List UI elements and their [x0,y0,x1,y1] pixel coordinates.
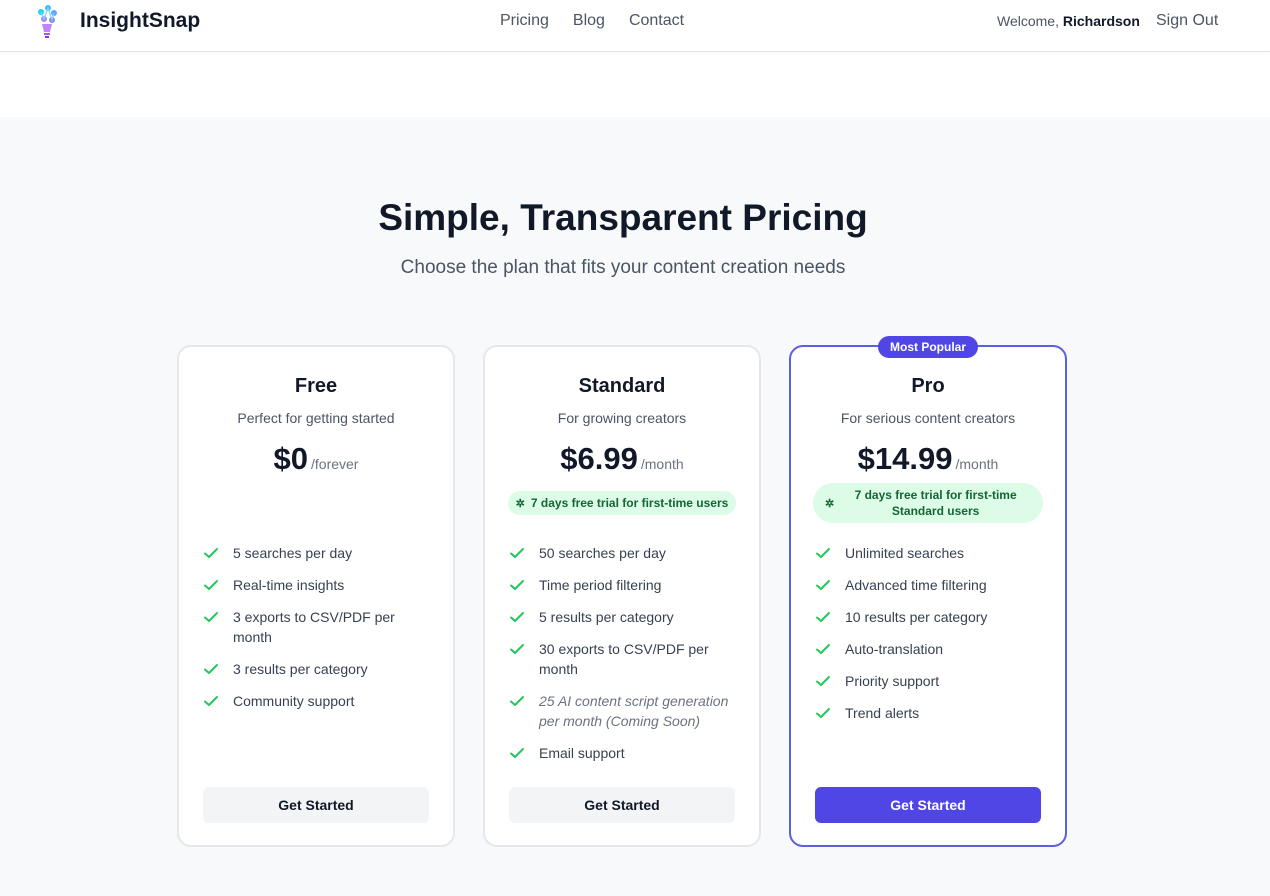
top-nav: InsightSnap Pricing Blog Contact Welcome… [0,0,1270,52]
trial-badge: ✲ 7 days free trial for first-time Stand… [813,483,1043,523]
feature-text: 5 results per category [539,609,674,625]
feature-text: Time period filtering [539,577,662,593]
page-title: Simple, Transparent Pricing [378,197,868,238]
check-icon [816,644,830,654]
check-icon [510,696,524,706]
feature-text: Auto-translation [845,641,944,657]
check-icon [816,580,830,590]
check-icon [816,676,830,686]
check-icon [204,664,218,674]
check-icon [510,644,524,654]
feature-text: Advanced time filtering [845,577,987,593]
main-menu: Pricing Blog Contact [500,12,684,30]
logo[interactable] [32,2,62,40]
check-icon [510,548,524,558]
nav-link-blog[interactable]: Blog [573,12,605,30]
nav-link-pricing[interactable]: Pricing [500,12,549,30]
welcome-prefix: Welcome, [997,13,1059,29]
plan-description: For serious content creators [840,410,1016,426]
feature-text: Priority support [845,673,940,689]
price-row: $0/forever [179,441,453,477]
feature-text: Real-time insights [233,577,345,593]
plan-description: Perfect for getting started [237,410,395,426]
check-icon [204,696,218,706]
feature-list: 50 searches per day Time period filterin… [509,543,735,775]
check-icon [204,612,218,622]
feature-text: 3 results per category [233,661,368,677]
trial-badge: ✲ 7 days free trial for first-time users [508,491,736,515]
feature-text: 25 AI content script generation per mont… [539,693,729,729]
feature-item: 30 exports to CSV/PDF per month [509,639,735,679]
check-icon [816,612,830,622]
feature-list: 5 searches per day Real-time insights 3 … [203,543,429,723]
check-icon [510,612,524,622]
feature-item: 50 searches per day [509,543,735,563]
feature-text: 10 results per category [845,609,988,625]
feature-item: Time period filtering [509,575,735,595]
feature-text: Community support [233,693,355,709]
check-icon [510,580,524,590]
plan-name: Standard [578,375,666,397]
feature-item: Advanced time filtering [815,575,1041,595]
feature-item: 5 searches per day [203,543,429,563]
feature-item: Unlimited searches [815,543,1041,563]
feature-item: Real-time insights [203,575,429,595]
plan-price: $14.99 [857,441,953,476]
pricing-section: Simple, Transparent Pricing Choose the p… [0,117,1270,896]
feature-item: 10 results per category [815,607,1041,627]
feature-item: 3 exports to CSV/PDF per month [203,607,429,647]
sign-out-button[interactable]: Sign Out [1156,12,1218,30]
get-started-pro-button[interactable]: Get Started [815,787,1041,823]
plan-card-standard: Standard For growing creators $6.99/mont… [483,345,761,847]
plan-price: $0 [273,441,308,476]
sparkle-icon: ✲ [515,497,525,510]
plan-card-free: Free Perfect for getting started $0/fore… [177,345,455,847]
plan-card-pro: Most Popular Pro For serious content cre… [789,336,1067,847]
most-popular-badge: Most Popular [877,336,979,358]
sparkle-icon: ✲ [825,497,835,510]
plan-name: Free [294,375,338,397]
plan-period: /month [640,456,684,472]
feature-text: 50 searches per day [539,545,666,561]
feature-item: 3 results per category [203,659,429,679]
feature-item: Community support [203,691,429,711]
plan-period: /forever [311,456,359,472]
feature-text: Trend alerts [845,705,920,721]
plan-period: /month [955,456,999,472]
check-icon [510,748,524,758]
get-started-free-button[interactable]: Get Started [203,787,429,823]
plan-description: For growing creators [557,410,687,426]
plan-price: $6.99 [560,441,638,476]
feature-text: 3 exports to CSV/PDF per month [233,609,395,645]
feature-text: Email support [539,745,625,761]
check-icon [204,548,218,558]
brain-bulb-icon [38,5,57,38]
plan-name: Pro [911,375,945,397]
price-row: $6.99/month [485,441,759,477]
nav-link-contact[interactable]: Contact [629,12,684,30]
price-row: $14.99/month [791,441,1065,477]
page-subtitle: Choose the plan that fits your content c… [400,257,846,278]
username: Richardson [1062,13,1140,29]
trial-text: 7 days free trial for first-time Standar… [854,488,1017,518]
check-icon [816,548,830,558]
feature-item: Auto-translation [815,639,1041,659]
check-icon [204,580,218,590]
feature-item: Trend alerts [815,703,1041,723]
feature-item: Priority support [815,671,1041,691]
welcome-text: Welcome, Richardson [997,13,1140,29]
feature-text: Unlimited searches [845,545,965,561]
feature-text: 30 exports to CSV/PDF per month [539,641,709,677]
get-started-standard-button[interactable]: Get Started [509,787,735,823]
feature-item: 5 results per category [509,607,735,627]
feature-item: Email support [509,743,735,763]
feature-list: Unlimited searches Advanced time filteri… [815,543,1041,735]
trial-text: 7 days free trial for first-time users [530,496,729,510]
feature-item-coming-soon: 25 AI content script generation per mont… [509,691,735,731]
brand-name[interactable]: InsightSnap [80,9,200,33]
feature-text: 5 searches per day [233,545,353,561]
check-icon [816,708,830,718]
